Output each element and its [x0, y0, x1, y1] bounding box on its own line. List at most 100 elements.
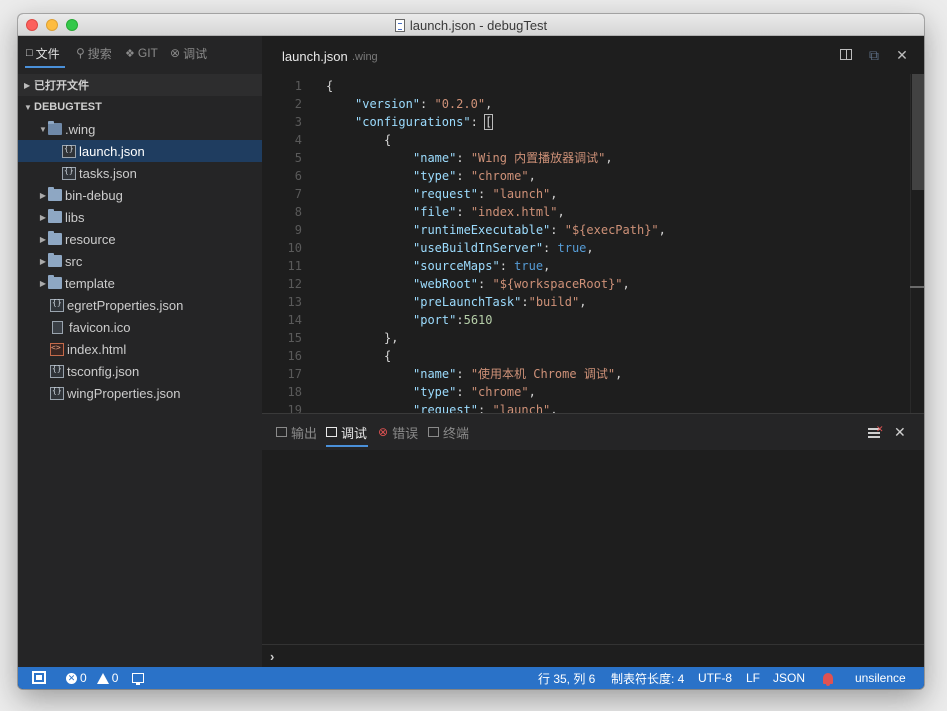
code-line[interactable]: 8 "file": "index.html", [262, 203, 910, 221]
code-line[interactable]: 6 "type": "chrome", [262, 167, 910, 185]
panel-tab-label: 错误 [392, 425, 419, 441]
feedback-status[interactable] [132, 667, 144, 689]
code-token: : [478, 277, 493, 291]
code-token: : [470, 115, 486, 129]
code-line[interactable]: 5 "name": "Wing 内置播放器调试", [262, 149, 910, 167]
code-token: "preLaunchTask" [413, 295, 522, 309]
scrollbar-position-marker [910, 286, 924, 288]
clear-console-icon[interactable]: ✕ [868, 424, 884, 438]
tab-search[interactable]: ⚲ 搜索 [76, 45, 112, 61]
tab-debug[interactable]: ⊗ 调试 [170, 45, 207, 61]
tab-files[interactable]: □ 文件 [26, 45, 60, 61]
code-line[interactable]: 14 "port":5610 [262, 311, 910, 329]
tree-file-egretproperties-json[interactable]: egretProperties.json [18, 294, 262, 316]
tree-item-label: index.html [67, 341, 127, 357]
tree-file-tasks-json[interactable]: tasks.json [18, 162, 262, 184]
code-line[interactable]: 11 "sourceMaps": true, [262, 257, 910, 275]
monitor-icon [132, 673, 144, 685]
code-line[interactable]: 12 "webRoot": "${workspaceRoot}", [262, 275, 910, 293]
code-token: "chrome" [470, 385, 529, 399]
problems-status[interactable]: ✕ 0 0 [66, 667, 118, 689]
close-editor-icon[interactable]: ✕ [894, 47, 910, 63]
code-line[interactable]: 19 "request": "launch", [262, 401, 910, 413]
code-text: "type": "chrome", [413, 167, 536, 185]
tree-folder-libs[interactable]: ▶ libs [18, 206, 262, 228]
tree-folder-resource[interactable]: ▶ resource [18, 228, 262, 250]
folder-icon [48, 187, 62, 201]
code-token: , [586, 241, 594, 255]
tree-file-index-html[interactable]: index.html [18, 338, 262, 360]
code-token: : [478, 403, 493, 413]
code-token: "chrome" [470, 169, 529, 183]
code-token: { [384, 133, 392, 147]
project-header[interactable]: ▼ DEBUGTEST [18, 96, 262, 118]
tree-folder-template[interactable]: ▶ template [18, 272, 262, 294]
line-number: 19 [287, 403, 302, 413]
code-line[interactable]: 3 "configurations": [ [262, 113, 910, 131]
tab-size[interactable]: 制表符长度: 4 [611, 667, 684, 689]
sidebar: □ 文件 ⚲ 搜索 ❖ GIT ⊗ 调试 ▶ 已打开文件 ▼ DEBUGTEST [18, 36, 262, 667]
code-text: "preLaunchTask":"build", [413, 293, 586, 311]
line-number: 5 [294, 151, 302, 165]
code-token: "Wing 内置播放器调试" [470, 151, 606, 165]
tree-folder-src[interactable]: ▶ src [18, 250, 262, 272]
open-changes-icon[interactable]: ⧉ [866, 47, 882, 63]
code-token: : [456, 367, 471, 381]
open-editors-header[interactable]: ▶ 已打开文件 [18, 74, 262, 96]
close-panel-icon[interactable]: ✕ [894, 424, 906, 441]
code-token: : [456, 313, 464, 327]
code-text: "request": "launch", [413, 401, 558, 413]
line-number: 18 [287, 385, 302, 399]
code-line[interactable]: 1{ [262, 77, 910, 95]
code-line[interactable]: 15}, [262, 329, 910, 347]
code-token: "request" [413, 403, 479, 413]
line-number: 16 [287, 349, 302, 363]
toggle-panel-icon[interactable] [32, 671, 46, 684]
code-line[interactable]: 9 "runtimeExecutable": "${execPath}", [262, 221, 910, 239]
code-line[interactable]: 13 "preLaunchTask":"build", [262, 293, 910, 311]
chevron-right-icon: ▶ [39, 190, 47, 200]
tree-item-label: libs [65, 209, 85, 225]
panel-tab-terminal[interactable]: 终端 [428, 424, 469, 441]
code-token: : [456, 205, 471, 219]
editor-tab-filename[interactable]: launch.json [282, 49, 348, 64]
code-line[interactable]: 10 "useBuildInServer": true, [262, 239, 910, 257]
code-line[interactable]: 17 "name": "使用本机 Chrome 调试", [262, 365, 910, 383]
tree-folder-wing[interactable]: ▼ .wing [18, 118, 262, 140]
code-area[interactable]: 1{2 "version": "0.2.0", 3 "configurations":… [262, 76, 910, 413]
code-token: true [557, 241, 587, 255]
code-line[interactable]: 2 "version": "0.2.0", [262, 95, 910, 113]
split-editor-icon[interactable] [838, 47, 854, 63]
code-token: "type" [413, 385, 457, 399]
tree-file-favicon-ico[interactable]: favicon.ico [18, 316, 262, 338]
language-mode[interactable]: JSON [773, 667, 805, 689]
panel-tab-errors[interactable]: ⊗ 错误 [378, 424, 419, 441]
code-token: , [550, 403, 558, 413]
tree-file-launch-json[interactable]: launch.json [18, 140, 262, 162]
tree-file-wingproperties-json[interactable]: wingProperties.json [18, 382, 262, 404]
code-token: true [514, 259, 544, 273]
editor-scrollbar-thumb[interactable] [912, 74, 924, 190]
panel-tab-output[interactable]: 输出 [276, 424, 317, 441]
html-file-icon [50, 342, 64, 356]
panel-tab-debug[interactable]: 调试 [326, 424, 367, 441]
code-token: , [543, 259, 551, 273]
code-line[interactable]: 7 "request": "launch", [262, 185, 910, 203]
encoding[interactable]: UTF-8 [698, 667, 732, 689]
end-of-line[interactable]: LF [746, 667, 760, 689]
user-name[interactable]: unsilence [855, 667, 906, 689]
notification-status[interactable] [823, 667, 833, 689]
code-token: , [658, 223, 666, 237]
code-token: : [456, 385, 471, 399]
json-file-icon [62, 144, 76, 158]
output-icon [276, 427, 287, 437]
tree-file-tsconfig-json[interactable]: tsconfig.json [18, 360, 262, 382]
code-line[interactable]: 4{ [262, 131, 910, 149]
tab-git[interactable]: ❖ GIT [125, 45, 158, 61]
code-line[interactable]: 16 { [262, 347, 910, 365]
console-prompt[interactable]: › [270, 649, 274, 664]
code-line[interactable]: 18 "type": "chrome", [262, 383, 910, 401]
cursor-position[interactable]: 行 35, 列 6 [538, 667, 595, 689]
tree-folder-bin-debug[interactable]: ▶ bin-debug [18, 184, 262, 206]
folder-icon [48, 275, 62, 289]
